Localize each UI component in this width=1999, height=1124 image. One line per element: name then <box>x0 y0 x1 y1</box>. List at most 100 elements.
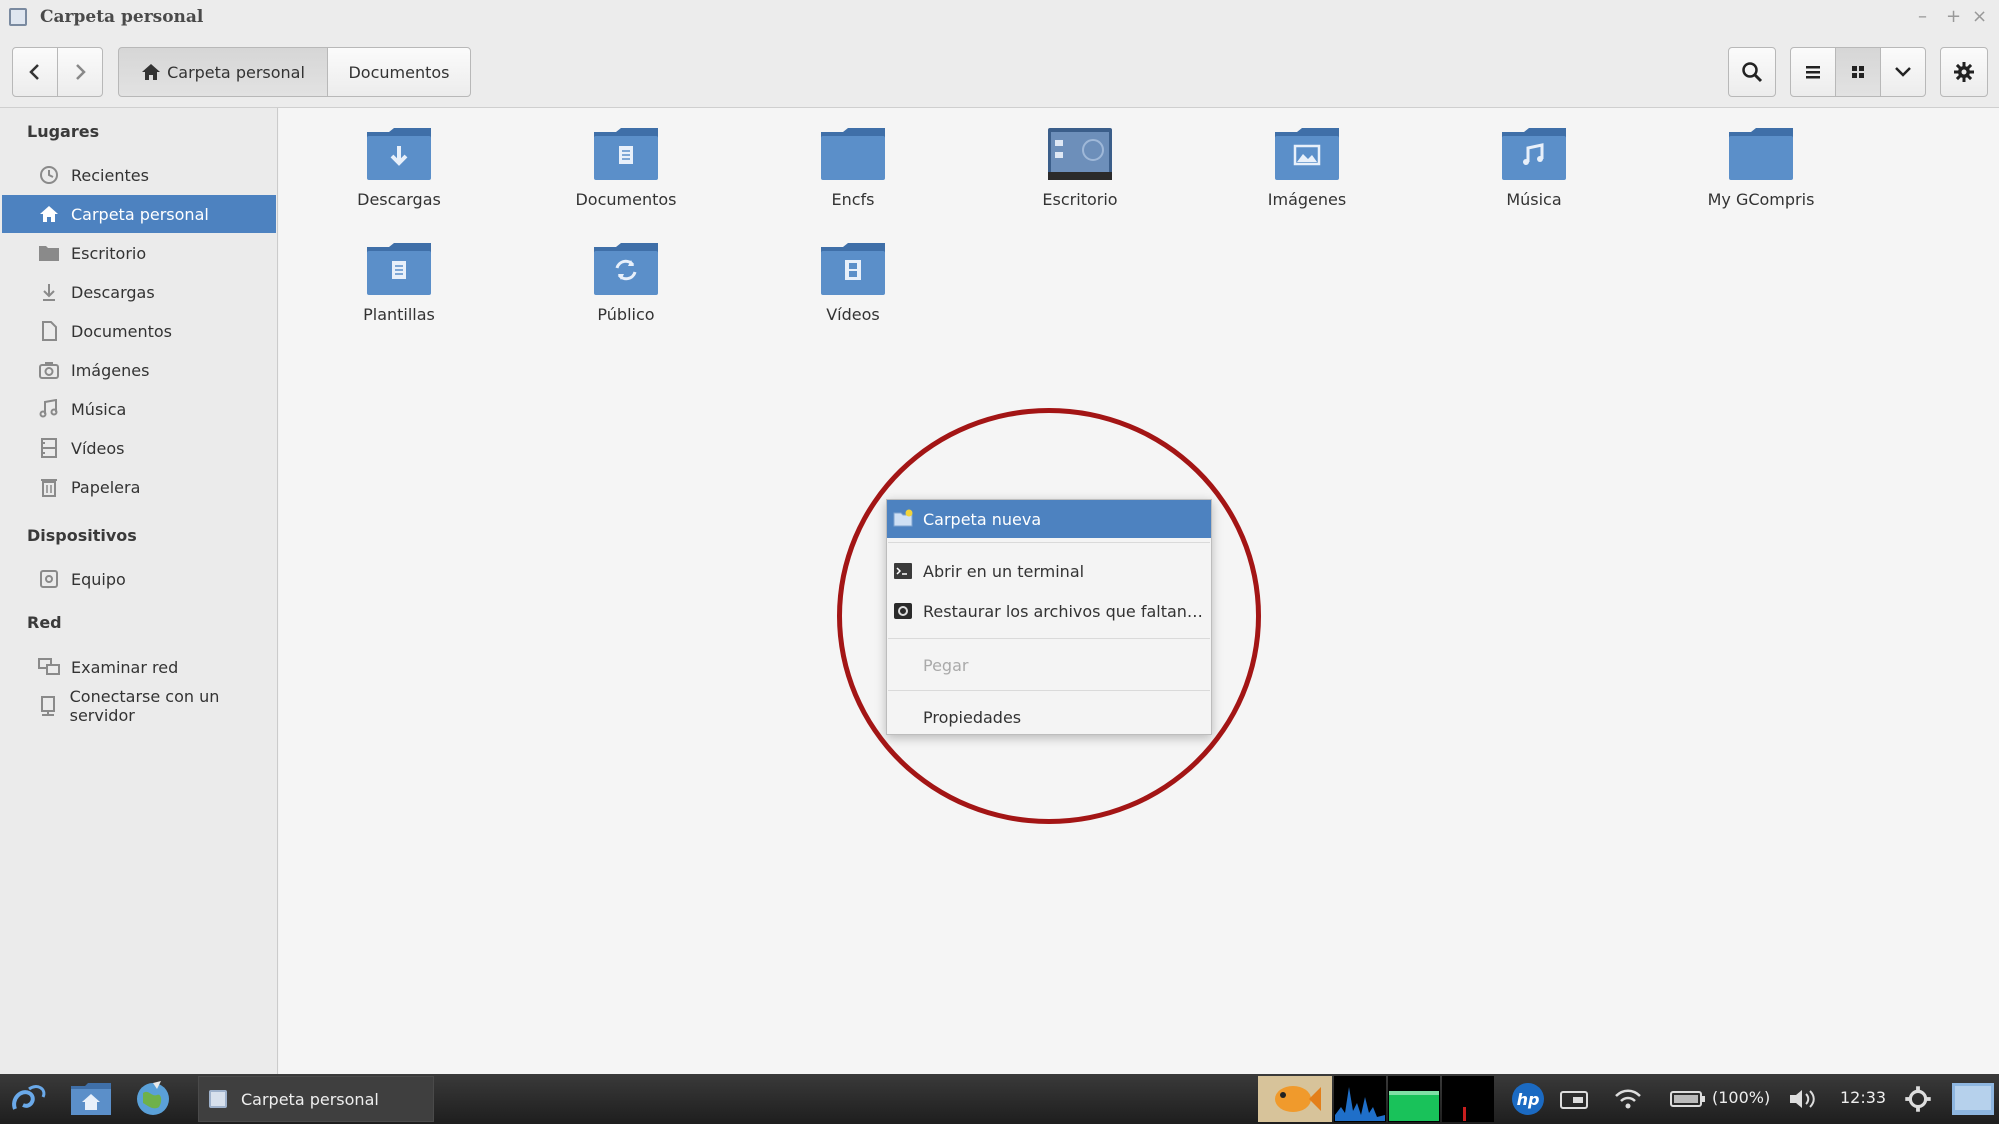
show-desktop-icon[interactable] <box>1950 1079 1996 1119</box>
taskbar-window-carpeta-personal[interactable]: Carpeta personal <box>198 1076 434 1122</box>
minimize-button[interactable]: – <box>1918 6 1927 27</box>
grid-icon <box>1852 66 1864 78</box>
cpu-monitor-icon <box>1334 1076 1386 1122</box>
file-label: Vídeos <box>826 305 880 324</box>
file-label: Plantillas <box>363 305 435 324</box>
sidebar-item-label: Conectarse con un servidor <box>69 687 220 725</box>
view-options-button[interactable] <box>1880 47 1926 97</box>
menu-item-propiedades[interactable]: Propiedades <box>887 698 1211 736</box>
home-icon <box>38 203 60 225</box>
sidebar-item-label: Papelera <box>71 477 141 497</box>
sidebar-item-musica[interactable]: Música <box>2 390 276 428</box>
forward-button[interactable] <box>57 47 103 97</box>
network-monitor-icon <box>1442 1076 1494 1122</box>
sidebar-item-equipo[interactable]: Equipo <box>2 560 276 598</box>
file-item-descargas[interactable]: Descargas <box>299 126 499 209</box>
desktop-folder-icon <box>38 242 60 264</box>
battery-percentage: (100%) <box>1712 1088 1771 1107</box>
folder-icon <box>821 128 885 180</box>
menu-item-label: Pegar <box>923 655 969 675</box>
list-view-button[interactable] <box>1790 47 1836 97</box>
file-label: My GCompris <box>1707 190 1815 209</box>
menu-separator <box>888 542 1210 543</box>
camera-icon <box>38 359 60 381</box>
back-button[interactable] <box>12 47 58 97</box>
menu-item-label: Restaurar los archivos que faltan… <box>923 601 1203 621</box>
file-item-escritorio[interactable]: Escritorio <box>980 126 1180 209</box>
file-item-plantillas[interactable]: Plantillas <box>299 241 499 324</box>
network-icon <box>38 656 60 678</box>
sidebar-item-carpeta-personal[interactable]: Carpeta personal <box>2 195 276 233</box>
file-item-encfs[interactable]: Encfs <box>753 126 953 209</box>
sidebar-item-label: Equipo <box>71 569 126 589</box>
clock[interactable]: 12:33 <box>1840 1088 1886 1107</box>
list-icon <box>1806 66 1820 79</box>
sidebar-item-recientes[interactable]: Recientes <box>2 156 276 194</box>
sidebar-item-conectarse-servidor[interactable]: Conectarse con un servidor <box>2 687 276 725</box>
trash-icon <box>38 476 60 498</box>
chevron-left-icon <box>29 64 39 80</box>
file-item-publico[interactable]: Público <box>526 241 726 324</box>
path-button-home[interactable]: Carpeta personal <box>118 47 328 97</box>
file-label: Música <box>1506 190 1562 209</box>
folder-music-icon <box>1502 128 1566 180</box>
sidebar-item-label: Documentos <box>71 321 173 341</box>
sidebar-item-escritorio[interactable]: Escritorio <box>2 234 276 272</box>
chevron-right-icon <box>76 64 86 80</box>
wifi-icon[interactable] <box>1610 1079 1646 1119</box>
web-browser-icon[interactable] <box>130 1079 176 1119</box>
sidebar-item-examinar-red[interactable]: Examinar red <box>2 648 276 686</box>
file-manager-icon <box>209 1090 227 1108</box>
file-item-videos[interactable]: Vídeos <box>753 241 953 324</box>
file-item-documentos[interactable]: Documentos <box>526 126 726 209</box>
home-folder-launcher-icon[interactable] <box>68 1079 114 1119</box>
sidebar-item-label: Imágenes <box>71 360 150 380</box>
volume-icon[interactable] <box>1784 1079 1820 1119</box>
grid-view-button[interactable] <box>1835 47 1881 97</box>
menu-item-pegar[interactable]: Pegar <box>887 646 1211 684</box>
folder-icon <box>1729 128 1793 180</box>
menu-item-label: Propiedades <box>923 707 1022 727</box>
battery-icon[interactable] <box>1668 1079 1708 1119</box>
maximize-button[interactable]: + <box>1946 6 1961 27</box>
sidebar-item-papelera[interactable]: Papelera <box>2 468 276 506</box>
music-icon <box>38 398 60 420</box>
menu-item-abrir-terminal[interactable]: Abrir en un terminal <box>887 552 1211 590</box>
file-item-imagenes[interactable]: Imágenes <box>1207 126 1407 209</box>
file-label: Imágenes <box>1267 190 1347 209</box>
path-button-documentos[interactable]: Documentos <box>327 47 471 97</box>
taskbar: Carpeta personal hp (100%) 12:33 <box>0 1074 1999 1124</box>
server-icon <box>38 695 59 717</box>
sidebar-item-label: Vídeos <box>71 438 125 458</box>
folder-documents-icon <box>594 128 658 180</box>
path-label-documentos: Documentos <box>348 62 450 82</box>
search-icon <box>1742 62 1763 83</box>
sidebar-item-label: Recientes <box>71 165 149 185</box>
start-menu-icon[interactable] <box>6 1079 50 1119</box>
folder-desktop-icon <box>1048 128 1112 180</box>
file-item-my-gcompris[interactable]: My GCompris <box>1661 126 1861 209</box>
menu-item-carpeta-nueva[interactable]: Carpeta nueva <box>887 500 1211 538</box>
removable-drive-icon[interactable] <box>1556 1079 1592 1119</box>
hp-printer-icon[interactable]: hp <box>1508 1079 1548 1119</box>
sidebar: Lugares Recientes Carpeta personal Escri… <box>0 108 278 1074</box>
drive-icon <box>38 568 60 590</box>
fish-applet-icon[interactable] <box>1258 1076 1332 1122</box>
chevron-down-icon <box>1895 67 1911 77</box>
sidebar-item-imagenes[interactable]: Imágenes <box>2 351 276 389</box>
sidebar-item-descargas[interactable]: Descargas <box>2 273 276 311</box>
sidebar-item-documentos[interactable]: Documentos <box>2 312 276 350</box>
context-menu: Carpeta nueva Abrir en un terminal Resta… <box>886 499 1212 735</box>
taskbar-window-label: Carpeta personal <box>241 1089 379 1109</box>
close-button[interactable]: × <box>1972 6 1987 27</box>
gear-icon[interactable] <box>1900 1079 1936 1119</box>
file-item-musica[interactable]: Música <box>1434 126 1634 209</box>
settings-button[interactable] <box>1940 47 1988 97</box>
restore-icon <box>894 603 912 619</box>
menu-separator <box>888 690 1210 691</box>
folder-videos-icon <box>821 243 885 295</box>
search-button[interactable] <box>1728 47 1776 97</box>
sidebar-item-videos[interactable]: Vídeos <box>2 429 276 467</box>
menu-item-restaurar[interactable]: Restaurar los archivos que faltan… <box>887 592 1211 630</box>
menu-item-label: Abrir en un terminal <box>923 561 1085 581</box>
